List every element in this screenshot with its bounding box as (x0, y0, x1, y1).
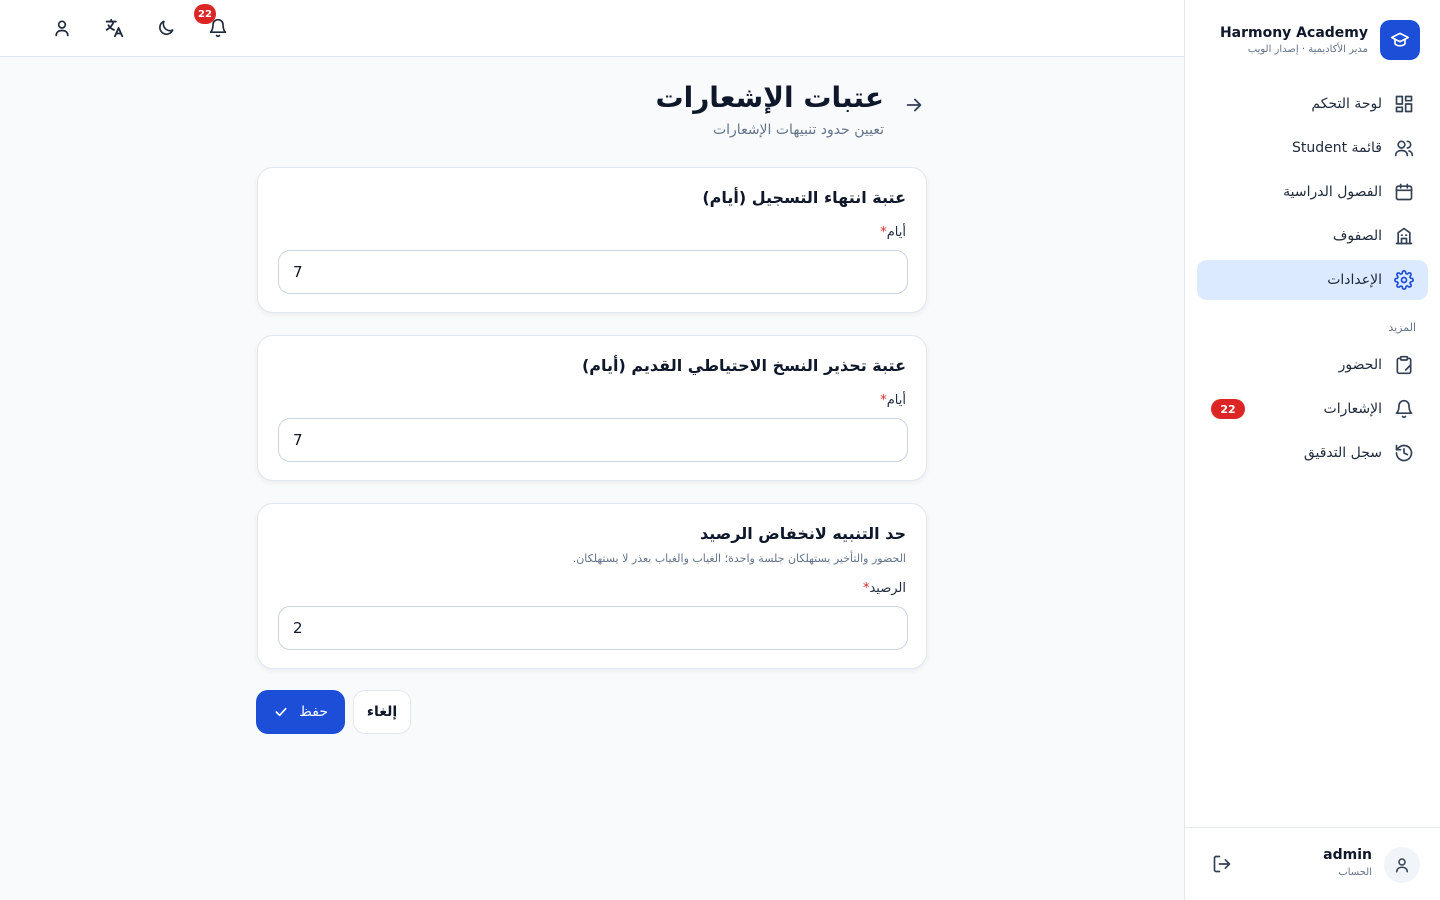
translate-icon (103, 17, 125, 39)
avatar[interactable] (1384, 847, 1420, 883)
back-button[interactable] (903, 94, 925, 116)
app-subtitle: مدير الأكاديمية · إصدار الويب (1247, 44, 1368, 55)
gear-icon (1394, 270, 1414, 290)
field-label: أيام* (880, 225, 906, 240)
card-title: عتبة تحذير النسخ الاحتياطي القديم (أيام) (581, 356, 906, 375)
sidebar-item-label: الإشعارات (1323, 401, 1382, 417)
language-button[interactable] (102, 16, 126, 40)
field-label: أيام* (880, 393, 906, 408)
history-icon (1394, 443, 1414, 463)
low-balance-card: حد التنبيه لانخفاض الرصيد الحضور والتأخي… (257, 503, 927, 669)
field-label: الرصيد* (862, 581, 906, 596)
sidebar-item-label: سجل التدقيق (1303, 445, 1382, 461)
user-icon (1393, 856, 1411, 874)
account-section: admin الحساب (1184, 827, 1440, 900)
sidebar: Harmony Academy مدير الأكاديمية · إصدار … (1184, 0, 1440, 900)
check-icon (273, 704, 289, 720)
sidebar-item-dashboard[interactable]: لوحة التحكم (1197, 84, 1428, 124)
dashboard-icon (1394, 94, 1414, 114)
card-description: الحضور والتأخير يستهلكان جلسة واحدة؛ الغ… (572, 552, 906, 565)
notification-count-badge: 22 (194, 4, 216, 24)
save-label: حفظ (298, 704, 329, 720)
sidebar-item-settings[interactable]: الإعدادات (1197, 260, 1428, 300)
card-title: حد التنبيه لانخفاض الرصيد (700, 524, 906, 543)
notification-count-badge: 22 (1211, 399, 1245, 419)
graduation-cap-icon (1390, 30, 1410, 50)
sidebar-item-semesters[interactable]: الفصول الدراسية (1197, 172, 1428, 212)
profile-button[interactable] (50, 16, 74, 40)
sidebar-item-label: قائمة Student (1291, 140, 1382, 156)
theme-toggle-button[interactable] (154, 16, 178, 40)
old-backup-warning-card: عتبة تحذير النسخ الاحتياطي القديم (أيام)… (257, 335, 927, 481)
sidebar-item-label: الفصول الدراسية (1283, 184, 1382, 200)
sidebar-item-students[interactable]: قائمة Student (1197, 128, 1428, 168)
arrow-right-icon (903, 94, 925, 116)
sidebar-item-label: الإعدادات (1327, 272, 1382, 288)
cancel-button[interactable]: إلغاء (353, 690, 411, 734)
sidebar-item-attendance[interactable]: الحضور (1197, 345, 1428, 385)
save-button[interactable]: حفظ (256, 690, 345, 734)
logout-icon (1212, 854, 1232, 874)
clipboard-icon (1394, 355, 1414, 375)
building-icon (1394, 226, 1414, 246)
app-name: Harmony Academy (1219, 25, 1368, 41)
bell-icon (1394, 399, 1414, 419)
sidebar-item-audit-log[interactable]: سجل التدقيق (1197, 433, 1428, 473)
sidebar-item-notifications[interactable]: الإشعارات 22 (1197, 389, 1428, 429)
calendar-icon (1394, 182, 1414, 202)
top-bar: 22 (0, 0, 1184, 57)
user-icon (52, 18, 72, 38)
brand: Harmony Academy مدير الأكاديمية · إصدار … (1204, 20, 1420, 60)
brand-logo (1380, 20, 1420, 60)
moon-icon (156, 18, 176, 38)
enrollment-expiry-days-input[interactable] (278, 250, 908, 294)
account-name: admin (1323, 847, 1372, 863)
page-header: عتبات الإشعارات تعيين حدود تنبيهات الإشع… (655, 80, 884, 138)
sidebar-item-label: الحضور (1338, 357, 1382, 373)
sidebar-item-label: الصفوف (1332, 228, 1382, 244)
old-backup-days-input[interactable] (278, 418, 908, 462)
low-balance-input[interactable] (278, 606, 908, 650)
card-title: عتبة انتهاء التسجيل (أيام) (702, 188, 906, 207)
sidebar-item-label: لوحة التحكم (1311, 96, 1382, 112)
sidebar-section-more: المزيد (1388, 321, 1416, 334)
logout-button[interactable] (1212, 854, 1232, 874)
enrollment-expiry-card: عتبة انتهاء التسجيل (أيام) أيام* (257, 167, 927, 313)
page-title: عتبات الإشعارات (655, 81, 884, 114)
account-role: الحساب (1338, 867, 1372, 878)
page-subtitle: تعيين حدود تنبيهات الإشعارات (712, 122, 884, 138)
sidebar-item-classes[interactable]: الصفوف (1197, 216, 1428, 256)
users-icon (1394, 138, 1414, 158)
